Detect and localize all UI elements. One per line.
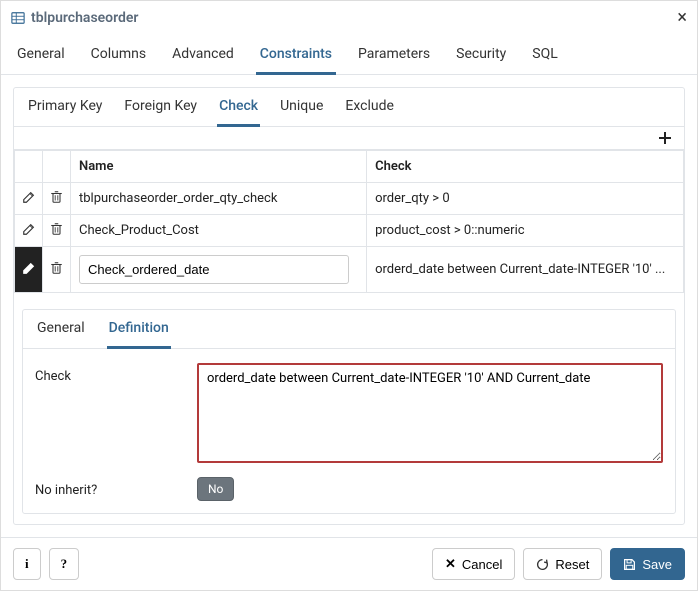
subtab-check[interactable]: Check (217, 96, 260, 127)
name-input[interactable] (79, 255, 349, 284)
detail-tabs: General Definition (23, 310, 675, 349)
cancel-label: Cancel (462, 557, 502, 572)
titlebar-left: tblpurchaseorder (11, 10, 138, 26)
footer-left: i ? (13, 548, 79, 580)
pencil-icon (22, 190, 36, 204)
detail-panel: General Definition Check No inherit? No (22, 309, 676, 514)
tab-general[interactable]: General (13, 40, 69, 74)
close-icon[interactable]: × (677, 7, 687, 28)
cell-name: Check_Product_Cost (71, 215, 367, 247)
edit-button[interactable] (17, 190, 40, 204)
cell-name: tblpurchaseorder_order_qty_check (71, 183, 367, 215)
detail-tab-general[interactable]: General (35, 318, 87, 348)
pencil-icon (22, 261, 36, 275)
help-button[interactable]: ? (49, 548, 80, 580)
delete-button[interactable] (45, 190, 68, 204)
subtab-foreign-key[interactable]: Foreign Key (122, 96, 199, 126)
col-check: Check (367, 151, 684, 183)
col-edit (15, 151, 43, 183)
constraints-grid: Name Check tblpurchaseorder_order_qty_ch… (14, 150, 684, 293)
tab-columns[interactable]: Columns (87, 40, 150, 74)
check-label: Check (35, 363, 185, 384)
subtab-primary-key[interactable]: Primary Key (26, 96, 104, 126)
form-row-no-inherit: No inherit? No (23, 471, 675, 513)
subtab-unique[interactable]: Unique (278, 96, 325, 126)
tab-advanced[interactable]: Advanced (168, 40, 238, 74)
tab-sql[interactable]: SQL (528, 40, 561, 74)
delete-button[interactable] (45, 261, 68, 275)
constraints-panel: Primary Key Foreign Key Check Unique Exc… (13, 87, 685, 525)
table-row: tblpurchaseorder_order_qty_check order_q… (15, 183, 684, 215)
table-icon (11, 11, 25, 25)
cell-check: product_cost > 0::numeric (367, 215, 684, 247)
cell-check: order_qty > 0 (367, 183, 684, 215)
dialog: tblpurchaseorder × General Columns Advan… (0, 0, 698, 591)
constraint-subtabs: Primary Key Foreign Key Check Unique Exc… (14, 88, 684, 127)
reset-label: Reset (555, 557, 589, 572)
edit-button[interactable] (17, 261, 40, 275)
trash-icon (50, 261, 63, 275)
main-tabs: General Columns Advanced Constraints Par… (1, 34, 697, 75)
tab-security[interactable]: Security (452, 40, 510, 74)
col-name: Name (71, 151, 367, 183)
no-inherit-label: No inherit? (35, 477, 185, 498)
delete-button[interactable] (45, 222, 68, 236)
table-row: orderd_date between Current_date-INTEGER… (15, 247, 684, 293)
trash-icon (50, 222, 63, 236)
detail-tab-definition[interactable]: Definition (107, 318, 171, 349)
form-row-check: Check (23, 349, 675, 471)
cell-name (71, 247, 367, 293)
tab-constraints[interactable]: Constraints (256, 40, 336, 75)
plus-icon (658, 131, 672, 145)
subtab-exclude[interactable]: Exclude (343, 96, 396, 126)
trash-icon (50, 190, 63, 204)
footer-right: ✕ Cancel Reset Save (432, 548, 685, 580)
titlebar: tblpurchaseorder × (1, 1, 697, 34)
table-row: Check_Product_Cost product_cost > 0::num… (15, 215, 684, 247)
grid-toolbar (14, 127, 684, 150)
col-delete (43, 151, 71, 183)
info-button[interactable]: i (13, 548, 41, 580)
check-textarea[interactable] (197, 363, 663, 463)
pencil-icon (22, 222, 36, 236)
dialog-footer: i ? ✕ Cancel Reset Save (1, 537, 697, 590)
save-label: Save (642, 557, 672, 572)
edit-button[interactable] (17, 222, 40, 236)
recycle-icon (536, 558, 549, 571)
no-inherit-toggle[interactable]: No (197, 477, 234, 501)
save-icon (623, 558, 636, 571)
dialog-title: tblpurchaseorder (31, 10, 138, 26)
tab-parameters[interactable]: Parameters (354, 40, 434, 74)
add-row-button[interactable] (654, 131, 676, 145)
save-button[interactable]: Save (610, 548, 685, 580)
cell-check: orderd_date between Current_date-INTEGER… (367, 247, 684, 293)
close-icon: ✕ (445, 556, 456, 572)
reset-button[interactable]: Reset (523, 548, 602, 580)
cancel-button[interactable]: ✕ Cancel (432, 548, 515, 580)
